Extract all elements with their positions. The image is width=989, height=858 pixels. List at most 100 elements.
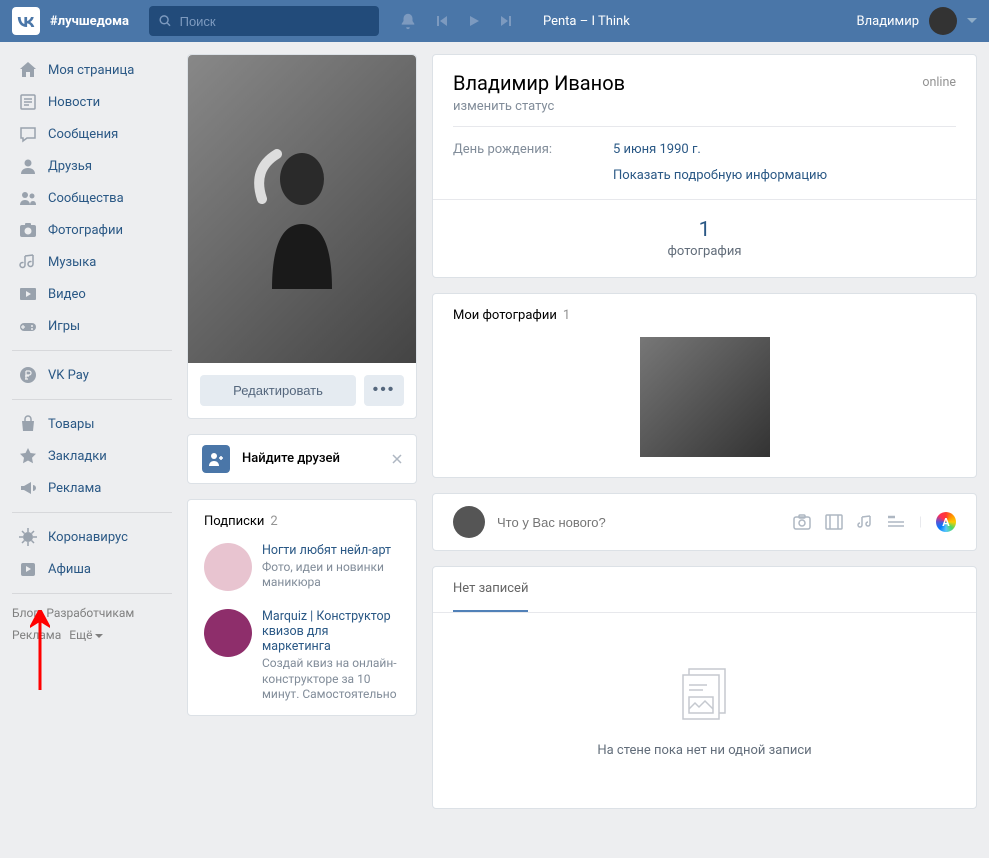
- sidebar-item-label: Музыка: [48, 255, 96, 270]
- sidebar-item-friends[interactable]: Друзья: [12, 150, 172, 182]
- music-icon[interactable]: [857, 514, 873, 530]
- birthday-label: День рождения:: [453, 142, 613, 157]
- header-avatar[interactable]: [929, 7, 957, 35]
- sidebar-item-bookmarks[interactable]: Закладки: [12, 440, 172, 472]
- add-friend-icon: [202, 445, 230, 473]
- sidebar-item-label: Закладки: [48, 449, 107, 464]
- sidebar-item-virus[interactable]: Коронавирус: [12, 521, 172, 553]
- sidebar-item-events[interactable]: Афиша: [12, 553, 172, 585]
- subscriptions-count: 2: [270, 514, 277, 529]
- pay-icon: [18, 365, 38, 385]
- footer-blog[interactable]: Блог: [12, 606, 38, 620]
- player-prev-icon[interactable]: [435, 14, 449, 28]
- profile-info-card: Владимир Иванов изменить статус online Д…: [432, 54, 977, 278]
- home-icon: [18, 60, 38, 80]
- ads-icon: [18, 478, 38, 498]
- footer-more[interactable]: Ещё: [69, 628, 103, 642]
- post-composer: | A: [432, 493, 977, 551]
- games-icon: [18, 316, 38, 336]
- subscription-desc: Фото, идеи и новинки маникюра: [262, 560, 400, 591]
- more-info-link[interactable]: Показать подробную информацию: [613, 160, 827, 183]
- footer-developers[interactable]: Разработчикам: [46, 606, 134, 620]
- footer-links: Блог Разработчикам Реклама Ещё: [12, 606, 172, 642]
- profile-name: Владимир Иванов: [453, 71, 956, 95]
- subscription-item[interactable]: Ногти любят нейл-арт Фото, идеи и новинки…: [188, 537, 416, 603]
- header-username[interactable]: Владимир: [857, 14, 919, 29]
- status-link[interactable]: изменить статус: [453, 99, 956, 114]
- footer-ads[interactable]: Реклама: [12, 628, 61, 642]
- nav-group-2: VK Pay: [12, 359, 172, 391]
- empty-wall-icon: [675, 663, 735, 723]
- find-friends-label: Найдите друзей: [242, 451, 380, 466]
- sidebar-item-label: Видео: [48, 287, 86, 302]
- my-photos-card: Мои фотографии 1: [432, 293, 977, 478]
- sidebar-item-messages[interactable]: Сообщения: [12, 118, 172, 150]
- photos-count: 1: [563, 308, 570, 323]
- subscriptions-card: Подписки 2 Ногти любят нейл-арт Фото, иде…: [187, 499, 417, 716]
- player-next-icon[interactable]: [499, 14, 513, 28]
- composer-avatar: [453, 506, 485, 538]
- subscription-avatar: [204, 543, 252, 591]
- photos-counter[interactable]: 1 фотография: [433, 199, 976, 277]
- sidebar-item-home[interactable]: Моя страница: [12, 54, 172, 86]
- search-icon: [159, 14, 172, 28]
- notifications-icon[interactable]: [399, 12, 417, 30]
- subscriptions-title[interactable]: Подписки: [204, 514, 264, 529]
- sidebar-item-market[interactable]: Товары: [12, 408, 172, 440]
- subscription-title: Ногти любят нейл-арт: [262, 543, 400, 558]
- player-play-icon[interactable]: [467, 14, 481, 28]
- sidebar-item-label: VK Pay: [48, 368, 89, 383]
- player-track[interactable]: Penta – I Think: [543, 14, 630, 29]
- subscriptions-list: Ногти любят нейл-арт Фото, идеи и новинки…: [188, 537, 416, 715]
- video-icon: [18, 284, 38, 304]
- subscription-item[interactable]: Marquiz | Конструктор квизов для маркети…: [188, 603, 416, 715]
- photo-thumbnail[interactable]: [640, 337, 770, 457]
- sidebar-item-video[interactable]: Видео: [12, 278, 172, 310]
- subscription-avatar: [204, 609, 252, 657]
- header-hashtag[interactable]: #лучшедома: [50, 14, 129, 29]
- online-status: online: [922, 75, 956, 90]
- sidebar-item-games[interactable]: Игры: [12, 310, 172, 342]
- profile-photo[interactable]: [188, 55, 416, 363]
- news-icon: [18, 92, 38, 112]
- subscription-title: Marquiz | Конструктор квизов для маркети…: [262, 609, 400, 654]
- sidebar: Моя страница Новости СообщенияДрузья Сообще…: [12, 54, 172, 824]
- music-icon: [18, 252, 38, 272]
- sidebar-item-ads[interactable]: Реклама: [12, 472, 172, 504]
- wall-tab[interactable]: Нет записей: [453, 567, 528, 612]
- assistant-icon[interactable]: A: [936, 512, 956, 532]
- photos-title[interactable]: Мои фотографии: [453, 308, 557, 323]
- groups-icon: [18, 188, 38, 208]
- find-friends-card[interactable]: Найдите друзей: [187, 434, 417, 484]
- subscription-desc: Создай квиз на онлайн-конструкторе за 10…: [262, 656, 400, 703]
- search-box[interactable]: [149, 6, 379, 36]
- header: #лучшедома Penta – I Think Владимир: [0, 0, 989, 42]
- sidebar-item-news[interactable]: Новости: [12, 86, 172, 118]
- camera-icon[interactable]: [793, 514, 811, 530]
- article-icon[interactable]: [887, 515, 905, 529]
- sidebar-item-label: Афиша: [48, 562, 91, 577]
- more-button[interactable]: •••: [364, 375, 404, 406]
- sidebar-item-label: Реклама: [48, 481, 101, 496]
- wall-card: Нет записей На стене пока нет ни одной з…: [432, 566, 977, 809]
- sidebar-item-label: Фотографии: [48, 223, 123, 238]
- close-icon[interactable]: [392, 454, 402, 464]
- vk-logo[interactable]: [12, 7, 40, 35]
- edit-button[interactable]: Редактировать: [200, 375, 356, 406]
- sidebar-item-photos[interactable]: Фотографии: [12, 214, 172, 246]
- nav-group-4: Коронавирус Афиша: [12, 521, 172, 585]
- nav-group-3: Товары Закладки Реклама: [12, 408, 172, 504]
- post-input[interactable]: [497, 515, 781, 530]
- sidebar-item-label: Коронавирус: [48, 530, 128, 545]
- search-input[interactable]: [180, 14, 369, 29]
- virus-icon: [18, 527, 38, 547]
- bookmarks-icon: [18, 446, 38, 466]
- sidebar-item-groups[interactable]: Сообщества: [12, 182, 172, 214]
- sidebar-item-label: Новости: [48, 95, 100, 110]
- birthday-value[interactable]: 5 июня 1990 г.: [613, 142, 701, 157]
- video-icon[interactable]: [825, 514, 843, 530]
- sidebar-item-music[interactable]: Музыка: [12, 246, 172, 278]
- sidebar-item-pay[interactable]: VK Pay: [12, 359, 172, 391]
- sidebar-item-label: Сообщества: [48, 191, 124, 206]
- chevron-down-icon[interactable]: [967, 18, 977, 24]
